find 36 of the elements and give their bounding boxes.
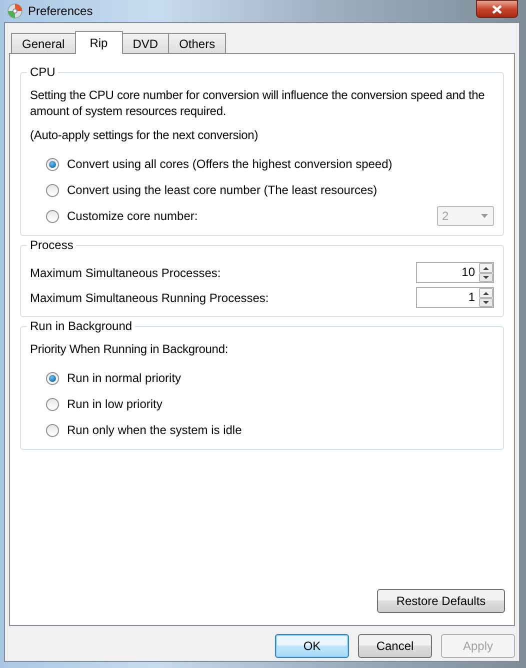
radio-option[interactable]: Customize core number: [46, 209, 198, 223]
description-text: Setting the CPU core number for conversion will influence the conversion speed and the amount of system resources required. [30, 87, 486, 119]
tab[interactable]: DVD [122, 33, 170, 53]
number-field[interactable]: 1 [416, 287, 494, 308]
close-icon [492, 4, 502, 14]
radio-option[interactable]: Run in normal priority [46, 371, 182, 385]
number-field[interactable]: 10 [416, 262, 494, 283]
radio-button[interactable] [46, 184, 59, 196]
radio-button[interactable] [46, 372, 59, 384]
dialog-button[interactable]: Cancel [358, 634, 432, 658]
spin-buttons-icon[interactable] [479, 263, 493, 282]
group-title: Process [27, 238, 76, 252]
tab[interactable]: Rip [74, 31, 123, 54]
field-label: Maximum Simultaneous Running Processes: [30, 290, 269, 304]
radio-button[interactable] [46, 158, 59, 170]
description-text: (Auto-apply settings for the next conversion) [30, 127, 260, 143]
dropdown-arrow-icon [481, 214, 488, 218]
radio-option[interactable]: Convert using the least core number (The least resources) [46, 183, 378, 197]
field-label: Maximum Simultaneous Processes: [30, 266, 221, 280]
radio-option[interactable]: Convert using all cores (Offers the highest conversion speed) [46, 157, 392, 171]
spin-buttons-icon[interactable] [479, 288, 493, 307]
tab[interactable]: Others [168, 33, 226, 53]
radio-button[interactable] [46, 424, 59, 436]
description-text: Priority When Running in Background: [30, 341, 230, 357]
app-disc-icon [7, 3, 23, 19]
radio-button[interactable] [46, 398, 59, 410]
radio-option[interactable]: Run in low priority [46, 397, 162, 411]
tab[interactable]: General [11, 33, 76, 53]
close-button[interactable] [476, 0, 518, 18]
group-title: Run in Background [27, 319, 136, 333]
radio-option[interactable]: Run only when the system is idle [46, 423, 242, 437]
dialog-button[interactable]: OK [275, 634, 349, 658]
restore-defaults-button[interactable]: Restore Defaults [377, 589, 505, 613]
window-title: Preferences [28, 4, 93, 18]
radio-button[interactable] [46, 210, 59, 222]
group-title: CPU [27, 65, 58, 79]
